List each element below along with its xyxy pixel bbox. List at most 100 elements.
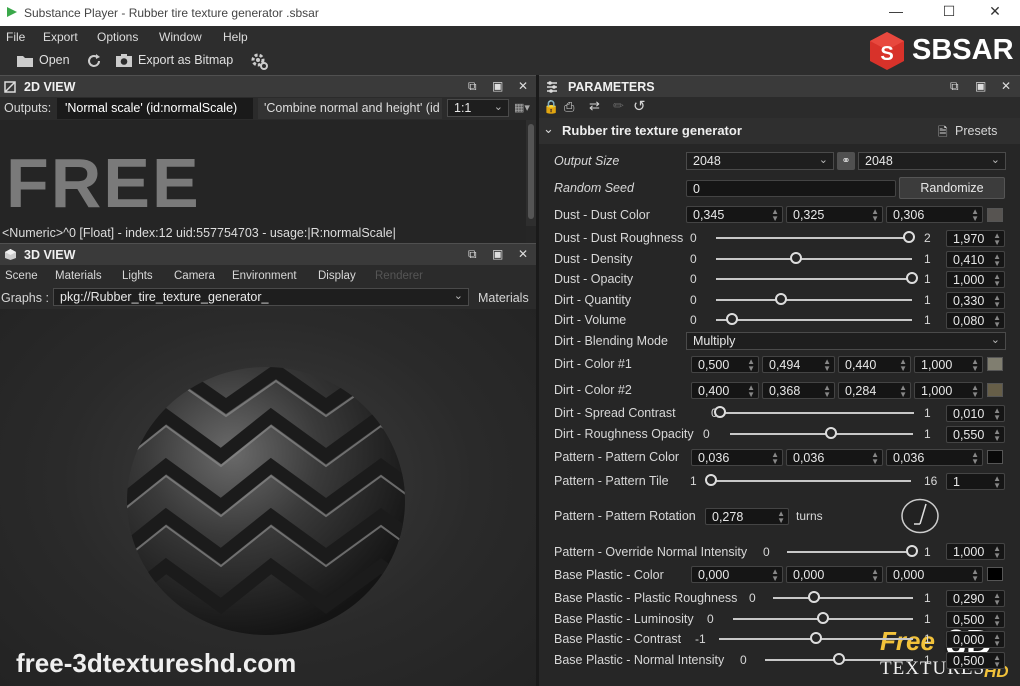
- dirt-quantity-input[interactable]: 0,330 ▲ ▼: [946, 292, 1005, 309]
- base-color-g-input[interactable]: 0,000 ▲ ▼: [786, 566, 883, 583]
- override-normal-input[interactable]: 1,000 ▲ ▼: [946, 543, 1005, 560]
- graph-select[interactable]: pkg://Rubber_tire_texture_generator_ ⌄: [53, 288, 469, 306]
- random-seed-input[interactable]: 0: [686, 180, 896, 197]
- dirt-color1-b-input[interactable]: 0,440 ▲ ▼: [838, 356, 911, 373]
- reset-icon[interactable]: ↺: [633, 97, 646, 115]
- menu-window[interactable]: Window: [159, 30, 202, 44]
- dirt-spread-contrast-handle[interactable]: [713, 406, 726, 418]
- restore-icon[interactable]: ⧉: [468, 247, 477, 262]
- scrollbar-thumb[interactable]: [528, 124, 534, 219]
- pattern-rotation-input[interactable]: 0,278 ▲ ▼: [705, 508, 789, 525]
- menu-options[interactable]: Options: [97, 30, 138, 44]
- dirt-color1-g-input[interactable]: 0,494 ▲ ▼: [762, 356, 835, 373]
- override-normal-track[interactable]: [787, 551, 912, 553]
- menu-display[interactable]: Display: [318, 270, 356, 282]
- randomize-button[interactable]: Randomize: [899, 177, 1005, 199]
- dirt-color2-a-input[interactable]: 1,000 ▲ ▼: [914, 382, 983, 399]
- menu-camera[interactable]: Camera: [174, 270, 215, 282]
- close-panel-icon[interactable]: ✕: [518, 79, 528, 93]
- base-roughness-track[interactable]: [773, 597, 913, 599]
- export-bitmap-button[interactable]: Export as Bitmap: [138, 53, 233, 67]
- dirt-volume-handle[interactable]: [725, 313, 738, 325]
- dust-density-input[interactable]: 0,410 ▲ ▼: [946, 251, 1005, 268]
- dirt-spread-contrast-input[interactable]: 0,010 ▲ ▼: [946, 405, 1005, 422]
- dust-density-handle[interactable]: [790, 252, 803, 264]
- dirt-roughness-opacity-track[interactable]: [730, 433, 913, 435]
- base-luminosity-input[interactable]: 0,500 ▲ ▼: [946, 611, 1005, 628]
- pattern-tile-input[interactable]: 1 ▲ ▼: [946, 473, 1005, 490]
- display-options-icon[interactable]: ▦▾: [514, 101, 530, 114]
- base-color-swatch[interactable]: [987, 567, 1003, 581]
- maximize-panel-icon[interactable]: ▣: [492, 79, 503, 93]
- dust-roughness-handle[interactable]: [903, 231, 916, 243]
- menu-scene[interactable]: Scene: [5, 270, 38, 282]
- materials-button[interactable]: Materials: [478, 291, 529, 305]
- base-normal-intensity-handle[interactable]: [833, 653, 845, 665]
- restore-icon[interactable]: ⧉: [468, 79, 477, 94]
- dirt-color1-r-input[interactable]: 0,500 ▲ ▼: [691, 356, 759, 373]
- open-button[interactable]: Open: [39, 53, 70, 67]
- close-icon[interactable]: ✕: [985, 3, 1005, 20]
- dirt-color2-g-input[interactable]: 0,368 ▲ ▼: [762, 382, 835, 399]
- blending-mode-select[interactable]: Multiply ⌄: [686, 332, 1006, 350]
- viewport-3d[interactable]: free-3dtextureshd.com: [0, 309, 536, 686]
- base-luminosity-handle[interactable]: [817, 612, 829, 624]
- dirt-color2-b-input[interactable]: 0,284 ▲ ▼: [838, 382, 911, 399]
- dirt-volume-track[interactable]: [716, 319, 912, 321]
- base-contrast-input[interactable]: 0,000 ▲ ▼: [946, 631, 1005, 648]
- menu-materials[interactable]: Materials: [55, 270, 102, 282]
- section-header[interactable]: ⌄ Rubber tire texture generator 🗎 Preset…: [539, 118, 1020, 144]
- dirt-volume-input[interactable]: 0,080 ▲ ▼: [946, 312, 1005, 329]
- maximize-panel-icon[interactable]: ▣: [492, 247, 503, 261]
- panel-splitter[interactable]: [536, 75, 539, 686]
- dust-color-b-input[interactable]: 0,306 ▲ ▼: [886, 206, 983, 223]
- lock-icon[interactable]: 🔒: [543, 99, 559, 115]
- canvas-2d[interactable]: FREE: [0, 120, 526, 226]
- menu-lights[interactable]: Lights: [122, 270, 153, 282]
- output-size-height-select[interactable]: 2048 ⌄: [858, 152, 1006, 170]
- output-tab-combine[interactable]: 'Combine normal and height' (id: [258, 98, 442, 119]
- menu-help[interactable]: Help: [223, 30, 248, 44]
- override-normal-handle[interactable]: [906, 545, 918, 557]
- minimize-icon[interactable]: —: [886, 3, 906, 19]
- base-color-r-input[interactable]: 0,000 ▲ ▼: [691, 566, 783, 583]
- pattern-tile-handle[interactable]: [705, 474, 717, 486]
- pattern-color-g-input[interactable]: 0,036 ▲ ▼: [786, 449, 883, 466]
- close-panel-icon[interactable]: ✕: [518, 247, 528, 261]
- printer-icon[interactable]: ⎙: [564, 99, 574, 115]
- dust-color-swatch[interactable]: [987, 208, 1003, 222]
- menu-environment[interactable]: Environment: [232, 270, 297, 282]
- dirt-quantity-track[interactable]: [716, 299, 912, 301]
- dirt-color2-r-input[interactable]: 0,400 ▲ ▼: [691, 382, 759, 399]
- maximize-panel-icon[interactable]: ▣: [975, 79, 986, 93]
- dirt-color2-swatch[interactable]: [987, 383, 1003, 397]
- dirt-quantity-handle[interactable]: [774, 293, 787, 305]
- dirt-color1-a-input[interactable]: 1,000 ▲ ▼: [914, 356, 983, 373]
- refresh-icon[interactable]: [86, 53, 102, 69]
- dust-opacity-handle[interactable]: [906, 272, 918, 284]
- swap-arrows-icon[interactable]: ⇄: [589, 98, 600, 114]
- pattern-color-r-input[interactable]: 0,036 ▲ ▼: [691, 449, 783, 466]
- dirt-color1-swatch[interactable]: [987, 357, 1003, 371]
- dirt-roughness-opacity-handle[interactable]: [824, 427, 837, 439]
- base-roughness-input[interactable]: 0,290 ▲ ▼: [946, 590, 1005, 607]
- maximize-icon[interactable]: ☐: [939, 3, 959, 20]
- restore-icon[interactable]: ⧉: [950, 79, 959, 94]
- presets-button[interactable]: Presets: [955, 124, 997, 138]
- base-color-b-input[interactable]: 0,000 ▲ ▼: [886, 566, 983, 583]
- rotation-dial-icon[interactable]: [900, 498, 940, 534]
- link-chain-icon[interactable]: ⚭: [837, 152, 855, 170]
- pattern-tile-track[interactable]: [711, 480, 911, 482]
- dust-opacity-input[interactable]: 1,000 ▲ ▼: [946, 271, 1005, 288]
- dirt-spread-contrast-track[interactable]: [718, 412, 914, 414]
- menu-file[interactable]: File: [6, 30, 25, 44]
- dust-roughness-track[interactable]: [716, 237, 912, 239]
- dust-opacity-track[interactable]: [716, 278, 912, 280]
- close-panel-icon[interactable]: ✕: [1001, 79, 1011, 93]
- base-normal-intensity-input[interactable]: 0,500 ▲ ▼: [946, 652, 1005, 669]
- base-roughness-handle[interactable]: [807, 591, 820, 603]
- menu-export[interactable]: Export: [43, 30, 78, 44]
- zoom-select[interactable]: 1:1 ⌄: [447, 99, 509, 117]
- dust-roughness-input[interactable]: 1,970 ▲ ▼: [946, 230, 1005, 247]
- pattern-color-b-input[interactable]: 0,036 ▲ ▼: [886, 449, 983, 466]
